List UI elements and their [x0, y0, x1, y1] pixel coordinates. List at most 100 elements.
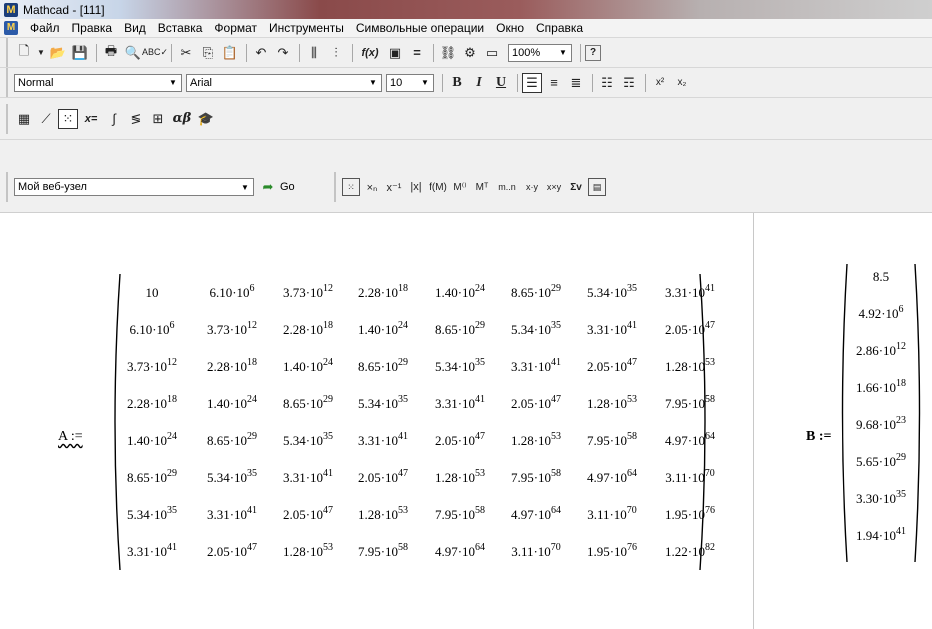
bullet-list-icon[interactable]: ☷ [597, 73, 617, 93]
matrix-cell[interactable]: 2.05·1047 [511, 395, 561, 411]
matrix-cell[interactable]: 4.97·1064 [587, 469, 637, 485]
matrix-cell[interactable]: 7.95·1058 [511, 469, 561, 485]
boolean-icon[interactable]: ≶ [126, 109, 146, 129]
matrix-cell[interactable]: 1.40·1024 [207, 395, 257, 411]
align-right-icon[interactable]: ≣ [566, 73, 586, 93]
matrix-cell[interactable]: 4.97·1064 [665, 432, 715, 448]
matrix-cell[interactable]: 5.34·1035 [283, 432, 333, 448]
matrix-a-label[interactable]: A := [58, 429, 83, 445]
subscript-icon[interactable]: x₂ [672, 73, 692, 93]
insert-matrix-icon[interactable]: ⁙ [342, 178, 360, 196]
matrix-cell[interactable]: 3.11·1070 [587, 506, 637, 522]
matrix-transpose-icon[interactable]: Mᵀ [472, 177, 492, 197]
matrix-cell[interactable]: 3.31·1041 [435, 395, 485, 411]
matrix-cell[interactable]: 3.31·1041 [207, 506, 257, 522]
insert-hyperlink-icon[interactable]: ⛓ [438, 43, 458, 63]
menu-tools[interactable]: Инструменты [263, 21, 350, 35]
calculus-icon[interactable]: ∫ [104, 109, 124, 129]
calculate-icon[interactable]: = [407, 43, 427, 63]
matrix-cell[interactable]: 5.65·1029 [856, 453, 906, 469]
cut-icon[interactable]: ✂ [176, 43, 196, 63]
programming-icon[interactable]: ⊞ [148, 109, 168, 129]
matrix-cell[interactable]: 1.40·1024 [358, 321, 408, 337]
web-address-select[interactable]: Мой веб-узел ▼ [14, 178, 254, 196]
matrix-cell[interactable]: 3.73·1012 [127, 358, 177, 374]
matrix-cell[interactable]: 3.11·1070 [511, 543, 561, 559]
print-icon[interactable]: 🖶 [101, 43, 121, 63]
evaluation-icon[interactable]: x= [80, 109, 102, 129]
matrix-cell[interactable]: 1.40·1024 [283, 358, 333, 374]
go-arrow-icon[interactable]: ➦ [258, 177, 278, 197]
underline-button[interactable]: U [491, 73, 511, 93]
matrix-column-icon[interactable]: M⁽⁾ [450, 177, 470, 197]
matrix-cell[interactable]: 5.34·1035 [511, 321, 561, 337]
superscript-icon[interactable]: x² [650, 73, 670, 93]
spell-check-icon[interactable]: ABC✓ [142, 43, 168, 63]
matrix-cell[interactable]: 5.34·1035 [127, 506, 177, 522]
matrix-cell[interactable]: 2.28·1018 [358, 284, 408, 300]
matrix-cell[interactable]: 8.65·1029 [435, 321, 485, 337]
matrix-cell[interactable]: 5.34·1035 [435, 358, 485, 374]
menu-window[interactable]: Окно [490, 21, 530, 35]
insert-unit-icon[interactable]: ▣ [385, 43, 405, 63]
matrix-cell[interactable]: 2.05·1047 [435, 432, 485, 448]
matrix-cell[interactable]: 4.97·1064 [435, 543, 485, 559]
matrix-cell[interactable]: 7.95·1058 [665, 395, 715, 411]
cross-product-icon[interactable]: x×y [544, 177, 564, 197]
matrix-cell[interactable]: 5.34·1035 [358, 395, 408, 411]
paste-icon[interactable]: 📋 [220, 43, 240, 63]
redo-icon[interactable]: ↷ [273, 43, 293, 63]
matrix-cell[interactable]: 3.11·1070 [665, 469, 715, 485]
graph-icon[interactable]: ⟋ [36, 109, 56, 129]
document-menu-icon[interactable]: M [4, 21, 18, 35]
matrix-cell[interactable]: 1.28·1053 [358, 506, 408, 522]
new-document-icon[interactable]: 🗋 [14, 43, 34, 63]
matrix-cell[interactable]: 2.28·1018 [283, 321, 333, 337]
matrix-cell[interactable]: 8.5 [873, 270, 889, 284]
matrix-cell[interactable]: 1.95·1076 [665, 506, 715, 522]
menu-symbolics[interactable]: Символьные операции [350, 21, 490, 35]
matrix-cell[interactable]: 1.66·1018 [856, 379, 906, 395]
matrix-cell[interactable]: 5.34·1035 [207, 469, 257, 485]
align-down-icon[interactable]: ⫶ [326, 43, 346, 63]
menu-insert[interactable]: Вставка [152, 21, 209, 35]
matrix-cell[interactable]: 1.28·1053 [511, 432, 561, 448]
matrix-cell[interactable]: 8.65·1029 [283, 395, 333, 411]
determinant-icon[interactable]: |x| [406, 177, 426, 197]
matrix-icon[interactable]: ⁙ [58, 108, 78, 129]
matrix-cell[interactable]: 2.05·1047 [358, 469, 408, 485]
matrix-cell[interactable]: 8.65·1029 [358, 358, 408, 374]
menu-view[interactable]: Вид [118, 21, 152, 35]
matrix-cell[interactable]: 6.10·106 [209, 284, 254, 300]
matrix-cell[interactable]: 8.65·1029 [511, 284, 561, 300]
component-wizard-icon[interactable]: ⚙ [460, 43, 480, 63]
vector-b-label[interactable]: B := [806, 429, 831, 445]
matrix-cell[interactable]: 7.95·1058 [435, 506, 485, 522]
matrix-cell[interactable]: 7.95·1058 [587, 432, 637, 448]
matrix-cell[interactable]: 9.68·1023 [856, 416, 906, 432]
matrix-cell[interactable]: 2.86·1012 [856, 342, 906, 358]
matrix-cell[interactable]: 10 [146, 286, 159, 300]
matrix-cell[interactable]: 3.73·1012 [283, 284, 333, 300]
matrix-cell[interactable]: 2.28·1018 [207, 358, 257, 374]
font-size-select[interactable]: 10 ▼ [386, 73, 434, 92]
menu-help[interactable]: Справка [530, 21, 589, 35]
symbolic-icon[interactable]: 🎓 [196, 109, 216, 129]
matrix-cell[interactable]: 1.40·1024 [127, 432, 177, 448]
vector-b[interactable]: 8.5 4.92·106 2.86·1012 1.66·1018 9.68·1023 5.… [837, 262, 925, 564]
matrix-cell[interactable]: 3.30·1035 [856, 490, 906, 506]
align-center-icon[interactable]: ≡ [544, 73, 564, 93]
matrix-cell[interactable]: 1.28·1053 [665, 358, 715, 374]
menu-file[interactable]: Файл [24, 21, 66, 35]
matrix-cell[interactable]: 2.05·1047 [207, 543, 257, 559]
greek-icon[interactable]: αβ [170, 109, 194, 129]
insert-function-icon[interactable]: f(x) [357, 43, 383, 63]
matrix-cell[interactable]: 3.31·1041 [511, 358, 561, 374]
matrix-cell[interactable]: 1.94·1041 [856, 527, 906, 543]
matrix-subscript-icon[interactable]: ×ₙ [362, 177, 382, 197]
matrix-cell[interactable]: 3.31·1041 [587, 321, 637, 337]
calculator-icon[interactable]: ▦ [14, 109, 34, 129]
matrix-cell[interactable]: 1.22·1082 [665, 543, 715, 559]
open-folder-icon[interactable]: 📂 [48, 43, 68, 63]
matrix-inverse-icon[interactable]: x⁻¹ [384, 177, 404, 197]
